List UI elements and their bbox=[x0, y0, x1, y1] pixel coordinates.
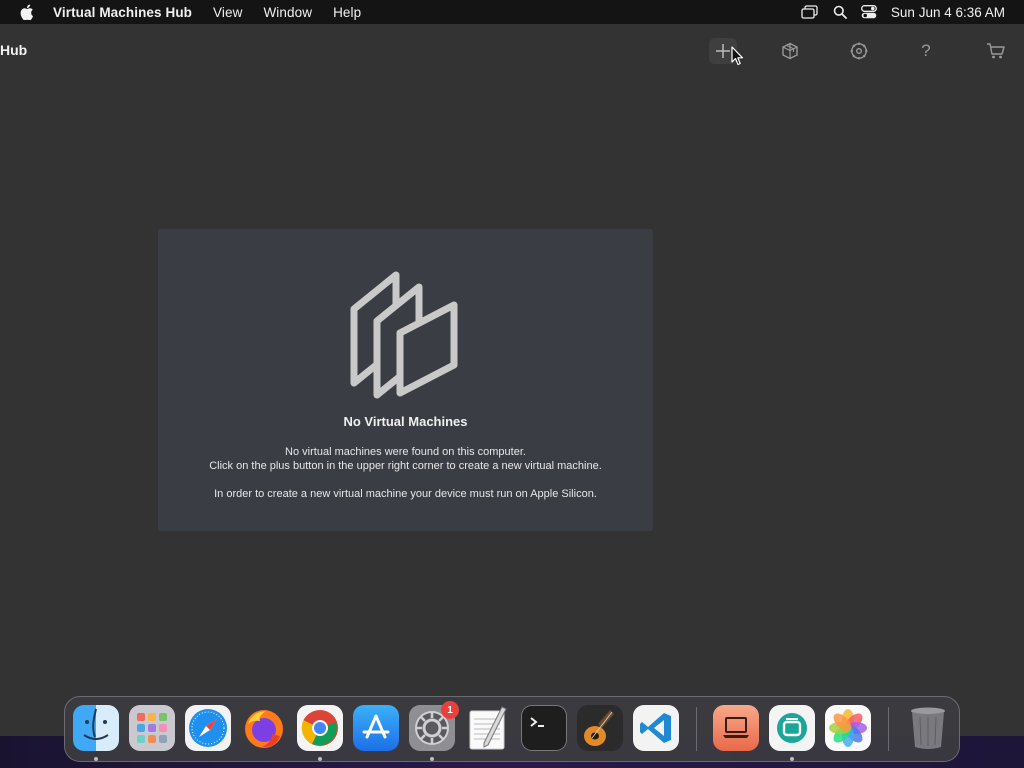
running-indicator bbox=[790, 757, 794, 761]
vm-hub-icon bbox=[777, 713, 807, 743]
menu-clock[interactable]: Sun Jun 4 6:36 AM bbox=[891, 5, 1005, 20]
chrome-icon bbox=[301, 710, 338, 746]
finder-icon bbox=[83, 708, 109, 740]
dock-trash[interactable] bbox=[905, 705, 951, 751]
question-mark-icon: ? bbox=[921, 41, 931, 60]
virtual-machines-stack-icon bbox=[350, 271, 458, 399]
laptop-icon bbox=[723, 717, 749, 738]
empty-state-title: No Virtual Machines bbox=[343, 414, 468, 429]
menu-view[interactable]: View bbox=[213, 5, 242, 20]
cart-icon bbox=[987, 43, 1005, 59]
app-store-icon bbox=[362, 714, 390, 739]
trash-icon bbox=[911, 707, 945, 749]
dock-app-store[interactable] bbox=[353, 705, 399, 751]
empty-state-requirement: In order to create a new virtual machine… bbox=[214, 488, 597, 500]
running-indicator bbox=[318, 757, 322, 761]
dock-photos[interactable] bbox=[825, 705, 871, 751]
vscode-icon bbox=[640, 713, 671, 743]
plus-icon bbox=[716, 44, 730, 58]
window-toolbar: Hub ? bbox=[0, 24, 1024, 76]
store-button[interactable] bbox=[982, 38, 1010, 64]
dock-remote-desktop[interactable] bbox=[713, 705, 759, 751]
dock-separator bbox=[696, 707, 697, 751]
textedit-icon bbox=[469, 706, 507, 750]
dock-chrome[interactable] bbox=[297, 705, 343, 751]
guitar-icon bbox=[584, 710, 614, 746]
empty-state-message: No virtual machines were found on this c… bbox=[285, 446, 526, 458]
menu-app-name[interactable]: Virtual Machines Hub bbox=[53, 5, 192, 20]
empty-state-instruction: Click on the plus button in the upper ri… bbox=[209, 460, 602, 472]
dock-separator bbox=[888, 707, 889, 751]
control-center-icon[interactable] bbox=[860, 5, 877, 19]
terminal-icon bbox=[530, 717, 544, 727]
running-indicator bbox=[94, 757, 98, 761]
box-icon bbox=[782, 42, 798, 60]
packages-button[interactable] bbox=[776, 38, 804, 64]
app-window: Hub ? No Virtual Machines No virtual mac… bbox=[0, 24, 1024, 768]
menu-window[interactable]: Window bbox=[263, 5, 312, 20]
dock-textedit[interactable] bbox=[465, 705, 511, 751]
dock-terminal[interactable] bbox=[521, 705, 567, 751]
spotlight-search-icon[interactable] bbox=[833, 5, 847, 19]
dock-vscode[interactable] bbox=[633, 705, 679, 751]
apple-menu-icon[interactable] bbox=[18, 3, 36, 21]
running-indicator bbox=[430, 757, 434, 761]
dock-system-settings[interactable]: 1 bbox=[409, 701, 459, 751]
menu-help[interactable]: Help bbox=[333, 5, 361, 20]
help-button[interactable]: ? bbox=[912, 38, 940, 64]
dock: 1 bbox=[64, 696, 960, 762]
dock-garageband[interactable] bbox=[577, 705, 623, 751]
photos-icon bbox=[829, 709, 867, 747]
dock-safari[interactable] bbox=[185, 705, 231, 751]
firefox-icon bbox=[245, 710, 283, 748]
dock-virtual-machines-hub[interactable] bbox=[769, 705, 815, 751]
notification-badge: 1 bbox=[441, 701, 459, 719]
dock-launchpad[interactable] bbox=[129, 705, 175, 751]
mouse-pointer-icon bbox=[731, 46, 744, 66]
dock-finder[interactable] bbox=[73, 705, 119, 751]
dock-firefox[interactable] bbox=[241, 705, 287, 751]
settings-button[interactable] bbox=[845, 38, 873, 64]
gear-icon bbox=[850, 42, 868, 60]
empty-state-panel: No Virtual Machines No virtual machines … bbox=[158, 229, 653, 531]
screen-mirroring-icon[interactable] bbox=[801, 5, 819, 19]
menu-bar: Virtual Machines Hub View Window Help Su… bbox=[0, 0, 1024, 24]
launchpad-icon bbox=[137, 713, 167, 743]
safari-icon bbox=[189, 709, 227, 747]
window-title: Hub bbox=[0, 42, 28, 58]
